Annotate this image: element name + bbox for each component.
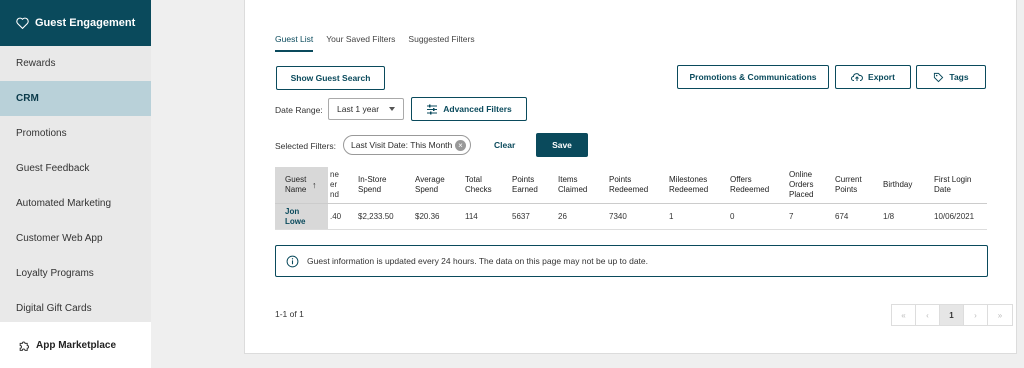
sidebar-item-app-marketplace[interactable]: App Marketplace: [0, 322, 151, 368]
cell-points-earned: 5637: [512, 212, 530, 221]
sidebar-item-label: Promotions: [16, 128, 67, 139]
cell-birthday: 1/8: [883, 212, 895, 221]
sidebar: Guest Engagement Rewards CRM Promotions …: [0, 0, 151, 368]
cell-points-redeemed: 7340: [609, 212, 627, 221]
last-page-icon[interactable]: »: [988, 305, 1012, 325]
cloud-upload-icon: [851, 73, 863, 81]
caret-down-icon: [389, 107, 395, 111]
puzzle-icon: [19, 341, 29, 351]
header-milestones-redeemed: Milestones Redeemed: [669, 175, 709, 194]
selected-filters-label: Selected Filters:: [275, 141, 336, 151]
date-range-value: Last 1 year: [337, 104, 380, 114]
sidebar-item-crm[interactable]: CRM: [0, 81, 151, 116]
button-label: Show Guest Search: [290, 73, 371, 83]
sidebar-item-promotions[interactable]: Promotions: [0, 116, 151, 151]
pagination: « ‹ 1 › »: [891, 304, 1013, 326]
tags-button[interactable]: Tags: [916, 65, 986, 89]
cell-total-checks: 114: [465, 212, 478, 221]
tab-guest-list[interactable]: Guest List: [275, 34, 314, 52]
sidebar-item-label: Automated Marketing: [16, 198, 112, 209]
cell-offers-redeemed: 0: [730, 212, 735, 221]
heart-icon: [16, 17, 29, 29]
cell-first-login: 10/06/2021: [934, 212, 975, 221]
header-instore-spend: In-Store Spend: [358, 175, 387, 194]
table-header-row: ne er nd In-Store Spend Average Spend To…: [275, 167, 987, 204]
header-online-spend-clipped: ne er nd: [330, 170, 339, 199]
sidebar-item-label: Rewards: [16, 58, 56, 69]
filter-chip-label: Last Visit Date: This Month: [351, 140, 453, 150]
sidebar-item-customer-web-app[interactable]: Customer Web App: [0, 221, 151, 256]
sidebar-item-label: Loyalty Programs: [16, 268, 94, 279]
cell-items-claimed: 26: [558, 212, 567, 221]
sidebar-item-label: Customer Web App: [16, 233, 103, 244]
cell-online-orders: 7: [789, 212, 794, 221]
sliders-icon: [427, 104, 438, 114]
sidebar-header-label: Guest Engagement: [35, 17, 136, 29]
tab-bar: Guest List Your Saved Filters Suggested …: [275, 34, 488, 52]
results-count: 1-1 of 1: [275, 309, 304, 319]
date-range-label: Date Range:: [275, 105, 323, 115]
info-banner: Guest information is updated every 24 ho…: [275, 245, 988, 277]
sidebar-item-guest-feedback[interactable]: Guest Feedback: [0, 151, 151, 186]
cell-current-points: 674: [835, 212, 849, 221]
sidebar-item-label: Guest Feedback: [16, 163, 90, 174]
next-page-icon[interactable]: ›: [964, 305, 988, 325]
prev-page-icon[interactable]: ‹: [916, 305, 940, 325]
header-items-claimed: Items Claimed: [558, 175, 588, 194]
header-birthday: Birthday: [883, 180, 913, 189]
save-filters-button[interactable]: Save: [536, 133, 588, 157]
sidebar-item-loyalty-programs[interactable]: Loyalty Programs: [0, 256, 151, 291]
button-label: Advanced Filters: [443, 104, 512, 114]
tab-suggested-filters[interactable]: Suggested Filters: [408, 34, 474, 52]
sidebar-item-label: CRM: [16, 93, 39, 104]
show-guest-search-button[interactable]: Show Guest Search: [276, 66, 385, 90]
export-button[interactable]: Export: [835, 65, 911, 89]
sidebar-header[interactable]: Guest Engagement: [0, 0, 151, 46]
cell-instore-spend: $2,233.50: [358, 212, 394, 221]
info-message: Guest information is updated every 24 ho…: [307, 256, 649, 266]
header-points-redeemed: Points Redeemed: [609, 175, 649, 194]
sidebar-item-rewards[interactable]: Rewards: [0, 46, 151, 81]
page-number-current[interactable]: 1: [940, 305, 964, 325]
cell-milestones-redeemed: 1: [669, 212, 674, 221]
sidebar-item-digital-gift-cards[interactable]: Digital Gift Cards: [0, 291, 151, 326]
cell-average-spend: $20.36: [415, 212, 440, 221]
marketplace-label: App Marketplace: [36, 339, 117, 351]
main-panel: Guest List Your Saved Filters Suggested …: [244, 0, 1017, 354]
sidebar-item-automated-marketing[interactable]: Automated Marketing: [0, 186, 151, 221]
advanced-filters-button[interactable]: Advanced Filters: [411, 97, 527, 121]
header-total-checks: Total Checks: [465, 175, 492, 194]
remove-chip-icon[interactable]: ×: [455, 140, 466, 151]
tag-icon: [934, 72, 944, 82]
button-label: Tags: [949, 72, 969, 82]
promotions-button[interactable]: Promotions & Communications: [677, 65, 829, 89]
button-label: Export: [868, 72, 895, 82]
guest-name-link[interactable]: Jon Lowe: [285, 207, 315, 227]
header-online-orders: Online Orders Placed: [789, 170, 814, 199]
button-label: Promotions & Communications: [689, 72, 817, 82]
header-current-points: Current Points: [835, 175, 862, 194]
header-average-spend: Average Spend: [415, 175, 445, 194]
date-range-select[interactable]: Last 1 year: [328, 98, 404, 120]
clear-filters-link[interactable]: Clear: [494, 140, 515, 150]
guest-table: Guest Name ↑ ne er nd In-Store Spend Ave…: [275, 167, 987, 230]
sidebar-item-label: Digital Gift Cards: [16, 303, 92, 314]
first-page-icon[interactable]: «: [892, 305, 916, 325]
cell-online-spend-clipped: .40: [330, 212, 342, 221]
table-row[interactable]: Jon Lowe .40 $2,233.50 $20.36 114 5637 2…: [275, 204, 987, 230]
header-points-earned: Points Earned: [512, 175, 538, 194]
filter-chip: Last Visit Date: This Month ×: [343, 135, 471, 155]
header-offers-redeemed: Offers Redeemed: [730, 175, 770, 194]
header-first-login: First Login Date: [934, 175, 972, 194]
tab-saved-filters[interactable]: Your Saved Filters: [326, 34, 395, 52]
info-icon: [286, 255, 299, 267]
